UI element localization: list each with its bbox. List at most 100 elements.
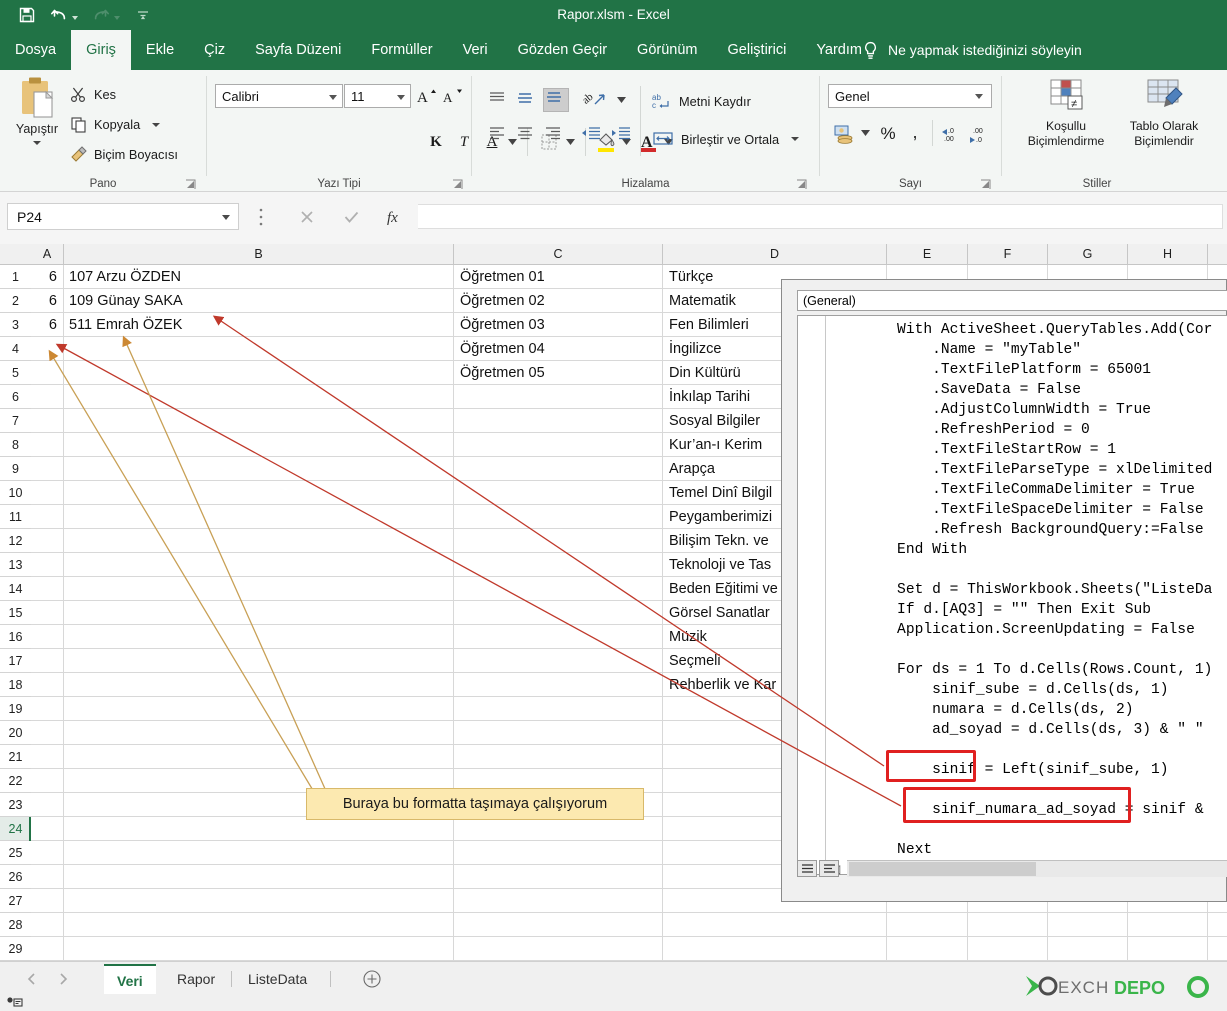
format-as-table-button[interactable]: Tablo Olarak Biçimlendir [1116,78,1212,164]
alignment-dialog-launcher[interactable] [796,177,807,189]
row-header-20[interactable]: 20 [0,721,31,745]
font-dialog-launcher[interactable] [452,177,463,189]
row-header-9[interactable]: 9 [0,457,31,481]
align-left-button[interactable] [487,125,513,149]
align-center-button[interactable] [515,125,541,149]
row-header-27[interactable]: 27 [0,889,31,913]
row-header-5[interactable]: 5 [0,361,31,385]
clipboard-dialog-launcher[interactable] [185,177,196,189]
copy-button[interactable]: Kopyala [70,116,161,133]
cell-B3[interactable]: 511 Emrah ÖZEK [64,313,452,337]
paste-button[interactable]: Yapıştır [6,76,68,164]
insert-function-button[interactable]: fx [376,204,414,229]
merge-center-dropdown-caret[interactable] [791,137,800,141]
tab-ciz[interactable]: Çiz [189,30,240,70]
font-family-caret[interactable] [329,95,337,100]
cell-A1[interactable]: 6 [31,265,63,289]
row-header-3[interactable]: 3 [0,313,31,337]
tab-sayfa-duzeni[interactable]: Sayfa Düzeni [240,30,356,70]
number-dialog-launcher[interactable] [980,177,991,189]
column-header-D[interactable]: D [663,244,887,265]
row-header-15[interactable]: 15 [0,601,31,625]
merge-center-button[interactable]: Birleştir ve Ortala [652,130,800,148]
add-sheet-button[interactable] [363,970,381,988]
vba-horizontal-scrollbar[interactable] [847,860,1227,877]
cell-styles-button[interactable]: Stiller [1214,78,1227,164]
tell-me-box[interactable]: Ne yapmak istediğinizi söyleyin [862,30,1082,70]
row-header-2[interactable]: 2 [0,289,31,313]
cell-A3[interactable]: 6 [31,313,63,337]
wrap-text-button[interactable]: ab c Metni Kaydır [652,92,751,110]
cell-A2[interactable]: 6 [31,289,63,313]
sheet-tab-listedata[interactable]: ListeData [235,964,320,995]
accounting-dropdown-caret[interactable] [858,127,872,139]
row-header-14[interactable]: 14 [0,577,31,601]
tab-veri[interactable]: Veri [448,30,503,70]
font-family-input[interactable]: Calibri [215,84,343,108]
row-header-16[interactable]: 16 [0,625,31,649]
decrease-decimal-button[interactable]: .00 .0 [966,122,992,146]
row-header-4[interactable]: 4 [0,337,31,361]
row-header-28[interactable]: 28 [0,913,31,937]
font-size-caret[interactable] [397,95,405,100]
cell-C4[interactable]: Öğretmen 04 [455,337,661,361]
increase-indent-button[interactable] [610,125,636,149]
column-header-F[interactable]: F [968,244,1048,265]
accounting-format-button[interactable] [830,122,858,146]
cell-C5[interactable]: Öğretmen 05 [455,361,661,385]
sheet-tab-veri[interactable]: Veri [104,964,156,995]
conditional-formatting-button[interactable]: ≠ Koşullu Biçimlendirme [1018,78,1114,164]
column-header-E[interactable]: E [887,244,968,265]
next-sheet-button[interactable] [55,971,71,987]
increase-decimal-button[interactable]: .0 .00 [938,122,964,146]
cancel-formula-button[interactable] [288,204,326,229]
tab-gorunum[interactable]: Görünüm [622,30,712,70]
confirm-formula-button[interactable] [332,204,370,229]
row-header-11[interactable]: 11 [0,505,31,529]
row-header-25[interactable]: 25 [0,841,31,865]
formula-input[interactable] [418,204,1223,229]
formula-bar-handle[interactable] [258,207,264,227]
row-header-24[interactable]: 24 [0,817,31,841]
number-format-select[interactable]: Genel [828,84,992,108]
increase-font-size-button[interactable]: A [415,84,439,108]
name-box-caret[interactable] [222,215,230,220]
row-header-10[interactable]: 10 [0,481,31,505]
prev-sheet-button[interactable] [24,971,40,987]
orientation-dropdown-caret[interactable] [614,94,628,106]
row-header-18[interactable]: 18 [0,673,31,697]
comma-format-button[interactable]: , [904,120,926,144]
row-header-6[interactable]: 6 [0,385,31,409]
column-header-A[interactable]: A [31,244,64,265]
row-header-8[interactable]: 8 [0,433,31,457]
cell-B1[interactable]: 107 Arzu ÖZDEN [64,265,452,289]
row-header-12[interactable]: 12 [0,529,31,553]
align-bottom-button[interactable] [543,88,569,112]
tab-giris[interactable]: Giriş [71,30,131,70]
tab-formuller[interactable]: Formüller [356,30,447,70]
tab-gelistirici[interactable]: Geliştirici [713,30,802,70]
sheet-tab-rapor[interactable]: Rapor [164,964,228,995]
align-right-button[interactable] [543,125,569,149]
font-size-input[interactable]: 11 [344,84,411,108]
orientation-button[interactable]: ab [580,88,612,112]
row-header-7[interactable]: 7 [0,409,31,433]
cell-B2[interactable]: 109 Günay SAKA [64,289,452,313]
tab-ekle[interactable]: Ekle [131,30,189,70]
column-header-C[interactable]: C [454,244,663,265]
decrease-indent-button[interactable] [580,125,606,149]
decrease-font-size-button[interactable]: A [441,84,465,108]
row-header-19[interactable]: 19 [0,697,31,721]
row-header-26[interactable]: 26 [0,865,31,889]
number-format-caret[interactable] [975,94,983,99]
align-top-button[interactable] [487,90,513,114]
row-header-21[interactable]: 21 [0,745,31,769]
cut-button[interactable]: Kes [70,86,116,103]
format-painter-button[interactable]: Biçim Boyacısı [70,146,178,163]
cell-C2[interactable]: Öğretmen 02 [455,289,661,313]
paste-dropdown-caret[interactable] [33,141,41,145]
row-header-17[interactable]: 17 [0,649,31,673]
row-header-1[interactable]: 1 [0,265,31,289]
row-header-29[interactable]: 29 [0,937,31,961]
column-header-H[interactable]: H [1128,244,1208,265]
